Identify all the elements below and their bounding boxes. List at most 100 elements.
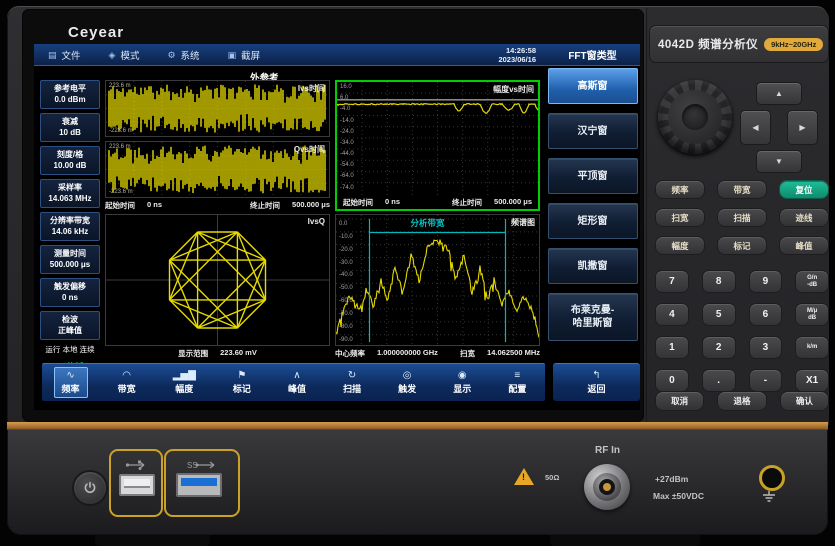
chart-spectrum[interactable]: 分析带宽 频谱图 0.0-10.0-20.0-30.0-40.0-50.0-60… bbox=[335, 214, 540, 346]
chart-i-vs-time[interactable]: Ivs时间 223.6 m -223.6 m bbox=[105, 80, 330, 137]
keypad-key-.[interactable]: . bbox=[702, 369, 736, 392]
power-icon bbox=[83, 481, 97, 495]
display-range-label: 显示范围 bbox=[178, 348, 208, 359]
keypad-key-X1[interactable]: X1 bbox=[795, 369, 829, 392]
y-tick-label: -70.0 bbox=[339, 311, 353, 317]
readout-value: 正峰值 bbox=[42, 326, 98, 337]
keypad-key-8[interactable]: 8 bbox=[702, 270, 736, 293]
numeric-keypad: 789 G/n -dB 456 M/μ dB 123 k/m 0.-X1 bbox=[655, 270, 829, 392]
keypad-key-3[interactable]: 3 bbox=[749, 336, 783, 359]
power-button[interactable] bbox=[72, 470, 108, 506]
menu-item-screenshot[interactable]: ▣截屏 bbox=[228, 48, 261, 62]
hardkey-幅度[interactable]: 幅度 bbox=[655, 236, 705, 255]
y-tick-label: -90.0 bbox=[339, 337, 353, 343]
keypad-key-5[interactable]: 5 bbox=[702, 303, 736, 326]
fft-window-button-0[interactable]: 高斯窗 bbox=[548, 68, 638, 104]
hardkey-扫描[interactable]: 扫描 bbox=[717, 208, 767, 227]
keypad-key-M/μdB[interactable]: M/μ dB bbox=[795, 303, 829, 326]
keypad-key-9[interactable]: 9 bbox=[749, 270, 783, 293]
keypad-key-退格[interactable]: 退格 bbox=[717, 391, 766, 411]
fft-window-button-4[interactable]: 凯撒窗 bbox=[548, 248, 638, 284]
menu-item-label: 文件 bbox=[62, 48, 81, 62]
arrow-up-button[interactable]: ▲ bbox=[756, 82, 802, 105]
toolbar-label: 频率 bbox=[62, 382, 80, 395]
arrow-left-button[interactable]: ◀ bbox=[740, 110, 771, 145]
keypad-key-2[interactable]: 2 bbox=[702, 336, 736, 359]
hardkey-带宽[interactable]: 带宽 bbox=[717, 180, 767, 199]
keypad-key-6[interactable]: 6 bbox=[749, 303, 783, 326]
y-tick-label: -14.0 bbox=[340, 118, 354, 124]
readout-label: 测量时间 bbox=[42, 249, 98, 260]
file-icon: ▤ bbox=[48, 50, 57, 61]
hardkey-扫宽[interactable]: 扫宽 bbox=[655, 208, 705, 227]
warning-icon: ! bbox=[514, 468, 534, 485]
toolbar-label: 触发 bbox=[398, 382, 416, 395]
menu-item-system[interactable]: ⚙系统 bbox=[167, 48, 199, 62]
span-value: 14.062500 MHz bbox=[487, 348, 540, 359]
keypad-key--[interactable]: - bbox=[749, 369, 783, 392]
keypad-key-4[interactable]: 4 bbox=[655, 303, 689, 326]
toolbar-label: 扫描 bbox=[343, 382, 361, 395]
hardkey-峰值[interactable]: 峰值 bbox=[779, 236, 829, 255]
menu-item-file[interactable]: ▤ 文件 bbox=[48, 48, 81, 62]
toolbar-config[interactable]: ≡配置 bbox=[501, 368, 533, 397]
toolbar-sweep[interactable]: ↻扫描 bbox=[336, 368, 368, 397]
hardkey-迹线[interactable]: 迹线 bbox=[779, 208, 829, 227]
hardkey-标记[interactable]: 标记 bbox=[717, 236, 767, 255]
keypad-key-确认[interactable]: 确认 bbox=[780, 391, 829, 411]
arrow-right-button[interactable]: ▶ bbox=[787, 110, 818, 145]
back-button[interactable]: ↰返回 bbox=[553, 363, 640, 401]
keypad-key-0[interactable]: 0 bbox=[655, 369, 689, 392]
x-start-value: 0 ns bbox=[385, 197, 400, 208]
fft-window-button-2[interactable]: 平顶窗 bbox=[548, 158, 638, 194]
function-key-cluster: 频率带宽复位扫宽扫描迹线幅度标记峰值 bbox=[655, 180, 829, 255]
keypad-key-k/m[interactable]: k/m bbox=[795, 336, 829, 359]
hardkey-频率[interactable]: 频率 bbox=[655, 180, 705, 199]
toolbar-frequency[interactable]: ∿频率 bbox=[54, 367, 88, 398]
rf-connector-pin bbox=[603, 483, 611, 491]
keypad-key-取消[interactable]: 取消 bbox=[655, 391, 704, 411]
fft-window-button-3[interactable]: 矩形窗 bbox=[548, 203, 638, 239]
impedance-label: 50Ω bbox=[545, 473, 559, 482]
keypad-key-G/n-dB[interactable]: G/n -dB bbox=[795, 270, 829, 293]
toolbar-display[interactable]: ◉显示 bbox=[446, 368, 478, 397]
brand-logo: Ceyear bbox=[68, 24, 124, 41]
y-tick-label: -10.0 bbox=[339, 234, 353, 240]
fft-window-button-1[interactable]: 汉宁窗 bbox=[548, 113, 638, 149]
peak-icon: ∧ bbox=[293, 370, 300, 381]
date-display: 2023/06/16 bbox=[498, 55, 536, 64]
clock: 14:26:58 2023/06/16 bbox=[498, 46, 536, 64]
fft-panel-title: FFT窗类型 bbox=[545, 47, 640, 62]
center-freq-value: 1.000000000 GHz bbox=[377, 348, 438, 359]
toolbar-peak[interactable]: ∧峰值 bbox=[281, 368, 313, 397]
y-tick-label: -44.0 bbox=[340, 151, 354, 157]
usb3-port bbox=[176, 473, 222, 497]
toolbar-marker[interactable]: ⚑标记 bbox=[226, 368, 258, 397]
keypad-key-1[interactable]: 1 bbox=[655, 336, 689, 359]
chart-i-vs-q[interactable]: IvsQ bbox=[105, 214, 330, 346]
rotary-knob[interactable] bbox=[658, 80, 732, 154]
chart-canvas bbox=[106, 215, 329, 345]
toolbar-label: 幅度 bbox=[175, 382, 193, 395]
fft-window-button-5[interactable]: 布莱克曼- 哈里斯窗 bbox=[548, 293, 638, 341]
readout-value: 14.063 MHz bbox=[42, 194, 98, 205]
toolbar-bandwidth[interactable]: ◠带宽 bbox=[111, 368, 143, 397]
toolbar-trigger[interactable]: ◎触发 bbox=[391, 368, 423, 397]
sidebar-readout: 刻度/格10.00 dB bbox=[40, 146, 100, 175]
keypad-key-7[interactable]: 7 bbox=[655, 270, 689, 293]
readout-value: 0.0 dBm bbox=[42, 95, 98, 106]
rf-input-connector bbox=[584, 464, 630, 510]
menu-item-label: 模式 bbox=[120, 48, 139, 62]
toolbar-amplitude[interactable]: ▂▅▇幅度 bbox=[166, 368, 203, 397]
hardkey-复位[interactable]: 复位 bbox=[779, 180, 829, 199]
menu-item-mode[interactable]: ◈模式 bbox=[109, 48, 140, 62]
time-display: 14:26:58 bbox=[498, 46, 536, 55]
chart-q-vs-time[interactable]: Qvs时间 223.6 m -223.6 m bbox=[105, 141, 330, 198]
chart-amplitude-vs-time[interactable]: 幅度vs时间 起始时间0 ns 终止时间500.000 μs 16.06.0-4… bbox=[335, 80, 540, 211]
toolbar-label: 配置 bbox=[508, 382, 526, 395]
x-start-label: 起始时间 bbox=[343, 197, 373, 208]
arrow-down-button[interactable]: ▼ bbox=[756, 150, 802, 173]
model-name: 4042D 频谱分析仪 bbox=[658, 36, 758, 52]
y-tick-label: -30.0 bbox=[339, 260, 353, 266]
frequency-icon: ∿ bbox=[66, 370, 74, 381]
